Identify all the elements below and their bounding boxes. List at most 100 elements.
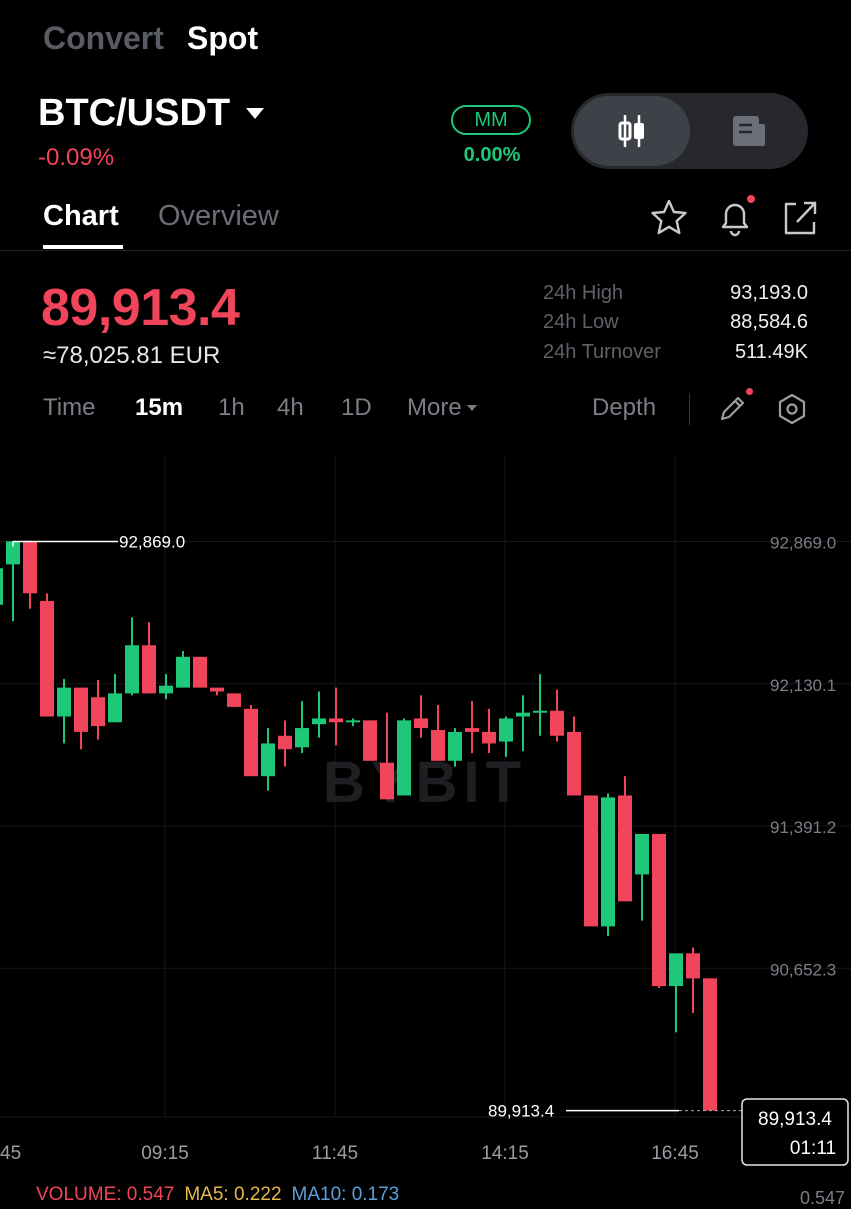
- stat-24h-low-label: 24h Low: [543, 311, 619, 333]
- mm-value: 0.00%: [463, 144, 521, 166]
- hexagon-settings-icon: [778, 393, 806, 425]
- price-eur: ≈78,025.81 EUR: [43, 342, 221, 369]
- timeframe-more[interactable]: More: [407, 394, 477, 422]
- last-price-tag-price: 89,913.4: [758, 1109, 832, 1130]
- chevron-down-icon: [246, 108, 265, 119]
- timeframe-15m[interactable]: 15m: [135, 394, 183, 422]
- candle-body: [363, 720, 377, 761]
- candle-body: [193, 656, 207, 688]
- candle-body: [397, 720, 411, 796]
- candle-body: [295, 728, 309, 748]
- tab-convert[interactable]: Convert: [43, 20, 164, 57]
- timeframe-time[interactable]: Time: [43, 394, 95, 422]
- stat-24h-high-value: 93,193.0: [730, 282, 808, 304]
- chevron-down-icon: [466, 405, 477, 411]
- divider: [0, 250, 851, 251]
- tab-spot[interactable]: Spot: [187, 20, 258, 57]
- volume-value: VOLUME: 0.547: [36, 1184, 175, 1205]
- candle-body: [329, 718, 343, 723]
- divider: [689, 393, 690, 425]
- timeframe-more-label: More: [407, 394, 462, 421]
- candle-body: [533, 710, 547, 713]
- share-button[interactable]: [780, 198, 820, 238]
- candle-body: [414, 718, 428, 729]
- candle-body: [686, 953, 700, 979]
- candle-body: [142, 645, 156, 694]
- x-tick-label: 11:45: [312, 1143, 358, 1164]
- notification-dot: [746, 388, 753, 395]
- candle-body: [40, 600, 54, 717]
- candle-body: [550, 710, 564, 736]
- candle-body: [601, 797, 615, 927]
- stat-24h-turnover-label: 24h Turnover: [543, 341, 661, 363]
- candlestick-view-button[interactable]: [574, 96, 690, 166]
- y-tick-label: 90,652.3: [770, 960, 836, 979]
- price-change-percent: -0.09%: [38, 144, 115, 171]
- timeframe-1d[interactable]: 1D: [341, 394, 372, 422]
- ma10-value: MA10: 0.173: [291, 1184, 400, 1205]
- depth-tab[interactable]: Depth: [592, 394, 656, 422]
- x-tick-label: 16:45: [651, 1143, 699, 1164]
- candle-body: [312, 718, 326, 725]
- y-tick-label: 92,130.1: [770, 676, 836, 695]
- candle-body: [482, 731, 496, 744]
- watermark-logo: BYBIT: [323, 750, 527, 815]
- ma5-value: MA5: 0.222: [184, 1184, 282, 1205]
- favorite-button[interactable]: [649, 198, 689, 238]
- draw-tool-button[interactable]: [717, 392, 749, 429]
- x-tick-label: 14:15: [481, 1143, 529, 1164]
- active-tab-indicator: [43, 245, 123, 249]
- candle-body: [278, 735, 292, 750]
- pair-selector[interactable]: BTC/USDT: [38, 92, 265, 135]
- pencil-icon: [720, 396, 745, 421]
- notification-dot: [747, 195, 755, 203]
- chart-settings-button[interactable]: [775, 392, 809, 431]
- alert-button[interactable]: [715, 198, 755, 238]
- candle-body: [448, 731, 462, 761]
- candle-body: [91, 697, 105, 727]
- candle-body: [584, 795, 598, 927]
- candle-body: [0, 568, 3, 605]
- stat-24h-turnover-value: 511.49K: [734, 341, 808, 363]
- indicator-legend: VOLUME: 0.547 MA5: 0.222 MA10: 0.173: [36, 1184, 399, 1206]
- candle-body: [618, 795, 632, 902]
- bell-icon: [721, 203, 749, 237]
- last-price: 89,913.4: [41, 279, 240, 337]
- candle-body: [159, 685, 173, 694]
- candle-body: [380, 762, 394, 800]
- candle-body: [261, 743, 275, 777]
- volume-axis-value: 0.547: [800, 1188, 846, 1208]
- stat-24h-low-value: 88,584.6: [730, 311, 808, 333]
- candle-body: [227, 693, 241, 707]
- candle-body: [125, 645, 139, 694]
- x-tick-label: 09:15: [141, 1143, 189, 1164]
- last-price-marker-label: 89,913.4: [488, 1102, 554, 1121]
- pair-symbol: BTC/USDT: [38, 92, 231, 134]
- news-view-button[interactable]: [729, 114, 769, 155]
- x-tick-label: 45: [0, 1143, 21, 1164]
- tab-overview[interactable]: Overview: [158, 200, 279, 233]
- candle-body: [567, 731, 581, 796]
- candle-body: [652, 833, 666, 987]
- star-icon: [651, 199, 687, 235]
- candle-body: [74, 687, 88, 732]
- mm-badge[interactable]: MM: [451, 105, 531, 135]
- timeframe-1h[interactable]: 1h: [218, 394, 245, 422]
- candle-body: [23, 541, 37, 594]
- tab-chart[interactable]: Chart: [43, 200, 119, 233]
- candle-body: [431, 729, 445, 761]
- candlestick-chart[interactable]: 92,869.0 92,130.1 91,391.2 90,652.3 BYBIT 92,…: [0, 455, 851, 1175]
- candle-body: [465, 728, 479, 732]
- candle-body: [244, 708, 258, 777]
- candle-body: [108, 693, 122, 723]
- candle-body: [703, 978, 717, 1111]
- candlestick-icon: [618, 115, 644, 147]
- timeframe-4h[interactable]: 4h: [277, 394, 304, 422]
- high-marker-label: 92,869.0: [119, 532, 185, 551]
- candle-body: [669, 953, 683, 987]
- share-icon: [784, 201, 817, 235]
- stat-24h-high-label: 24h High: [543, 282, 624, 304]
- candle-body: [210, 687, 224, 692]
- candle-body: [176, 656, 190, 688]
- y-tick-label: 92,869.0: [770, 533, 836, 552]
